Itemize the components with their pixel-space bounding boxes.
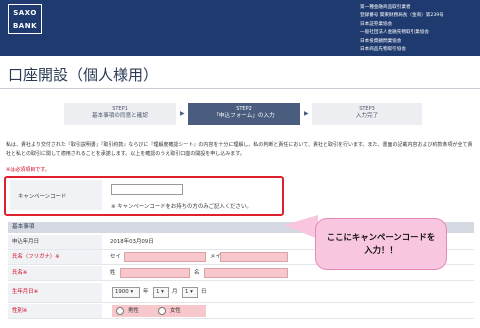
chevron-down-icon: ▾ <box>190 289 193 295</box>
field-label-text: 氏名 <box>12 270 23 276</box>
saxo-bank-logo[interactable]: SAXO BANK <box>8 4 42 34</box>
step-3: STEP3 入力完了 <box>312 103 422 125</box>
field-label: 生年月日※ <box>8 283 102 302</box>
callout-line: 入力！！ <box>364 245 398 255</box>
logo-line2: BANK <box>12 22 38 30</box>
required-mark: ※ <box>22 270 28 276</box>
step-arrow-icon: ▶ <box>304 110 309 117</box>
step-label: 「申込フォーム」の入力 <box>213 113 275 119</box>
gender-female-radio[interactable] <box>158 307 166 315</box>
required-mark: ※ <box>55 254 60 260</box>
gender-male-radio[interactable] <box>116 307 124 315</box>
highlight-frame <box>4 176 284 216</box>
month-unit: 月 <box>172 289 178 295</box>
required-mark: ※ <box>22 308 28 314</box>
mei-kana-input[interactable] <box>220 252 288 262</box>
reg-line: 日本商品先物取引協会 <box>360 47 406 53</box>
year-unit: 年 <box>143 289 149 295</box>
field-label-text: 生年月日 <box>12 289 34 295</box>
required-mark: ※ <box>33 289 39 295</box>
callout-line: ここにキャンペーンコードを <box>326 232 436 242</box>
sei-kana-caption: セイ <box>110 254 121 260</box>
form-row-gender: 性別※ 男性 女性 <box>8 304 474 319</box>
step-arrow-icon: ▶ <box>180 110 185 117</box>
step-indicator: STEP1 基本事項の同意と確認 ▶ STEP2 「申込フォーム」の入力 ▶ S… <box>64 103 422 125</box>
birth-year-select[interactable]: 1900 ▾ <box>112 287 140 298</box>
form-row-birthdate: 生年月日※ 1900 ▾ 年 1 ▾ 月 1 ▾ 日 <box>8 283 474 303</box>
chevron-down-icon: ▾ <box>161 289 164 295</box>
step-number: STEP3 <box>359 106 375 112</box>
birth-year-value: 1900 <box>115 289 129 295</box>
gender-male-label: 男性 <box>128 308 139 314</box>
page-title: 口座開設（個人様用） <box>8 66 159 84</box>
registration-info: 第一種金融商品取引業者 登録番号 関東財務局長（金商）第239号 日本証券業協会… <box>360 4 476 54</box>
header: SAXO BANK 第一種金融商品取引業者 登録番号 関東財務局長（金商）第23… <box>0 0 480 56</box>
mei-input[interactable] <box>204 268 288 278</box>
annotation-callout: ここにキャンペーンコードを 入力！！ <box>315 218 447 270</box>
step-1: STEP1 基本事項の同意と確認 <box>64 103 176 125</box>
step-number: STEP1 <box>112 106 128 112</box>
reg-line: 登録番号 関東財務局長（金商）第239号 <box>360 13 444 19</box>
field-label: 申込年月日 <box>8 235 102 249</box>
step-label: 基本事項の同意と確認 <box>92 113 148 119</box>
sei-input[interactable] <box>120 268 190 278</box>
field-label: 氏名（フリガナ）※ <box>8 250 102 264</box>
step-2-current: STEP2 「申込フォーム」の入力 <box>188 103 300 125</box>
birth-day-value: 1 <box>185 289 189 295</box>
field-label: 性別※ <box>8 304 102 318</box>
step-label: 入力完了 <box>355 113 379 119</box>
birth-month-select[interactable]: 1 ▾ <box>153 287 169 298</box>
step-number: STEP2 <box>236 106 252 112</box>
sei-kana-input[interactable] <box>124 252 206 262</box>
birth-day-select[interactable]: 1 ▾ <box>182 287 198 298</box>
sei-caption: 姓 <box>110 270 116 276</box>
mei-caption: 名 <box>194 270 200 276</box>
logo-line1: SAXO <box>13 9 37 17</box>
consent-text: 私は、貴社より交付された『取引説明書』『取引約款』ならびに『理解度確認シート』の… <box>6 142 473 157</box>
field-label: 氏名※ <box>8 266 102 280</box>
reg-line: 一般社団法人金融先物取引業協会 <box>360 30 429 36</box>
reg-line: 日本投資顧問業協会 <box>360 38 402 44</box>
day-unit: 日 <box>201 289 207 295</box>
chevron-down-icon: ▾ <box>130 289 134 295</box>
application-date-value: 2018年03月09日 <box>110 239 154 245</box>
field-label-text: 氏名（フリガナ） <box>12 254 56 260</box>
callout-pointer <box>284 215 318 239</box>
gender-female-label: 女性 <box>170 308 181 314</box>
divider <box>0 88 480 89</box>
birth-month-value: 1 <box>156 289 160 295</box>
reg-line: 第一種金融商品取引業者 <box>360 5 411 10</box>
required-note: ※は必須項目です。 <box>6 167 50 173</box>
field-label-text: 性別 <box>12 308 23 314</box>
reg-line: 日本証券業協会 <box>360 21 393 27</box>
